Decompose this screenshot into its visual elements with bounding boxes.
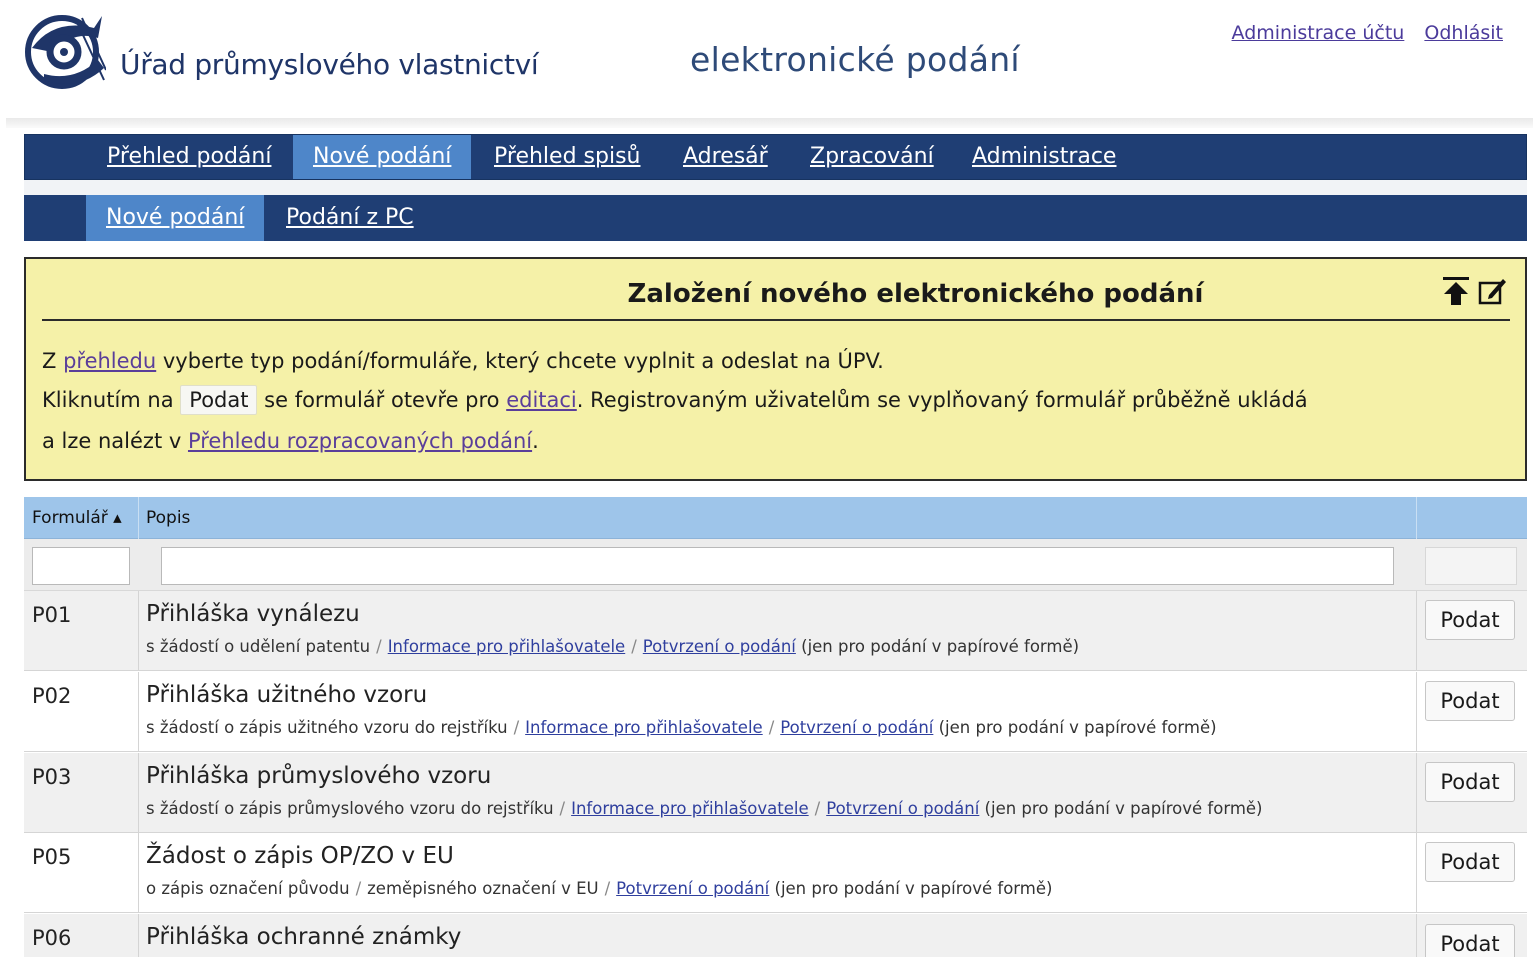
- account-links: Administrace účtu Odhlásit: [1218, 22, 1503, 44]
- applicant-info-link[interactable]: Informace pro přihlašovatele: [525, 718, 763, 737]
- column-separator: [1416, 672, 1417, 751]
- table-row: P05 Žádost o zápis OP/ZO v EU o zápis oz…: [24, 833, 1527, 913]
- subnav-item-nove-podani[interactable]: Nové podání: [86, 195, 265, 241]
- info-line-3: a lze nalézt v Přehledu rozpracovaných p…: [42, 429, 539, 453]
- form-filter-input[interactable]: [32, 547, 130, 585]
- collapse-up-icon[interactable]: [1441, 275, 1471, 307]
- applicant-info-link[interactable]: Informace pro přihlašovatele: [571, 799, 809, 818]
- column-separator: [1416, 753, 1417, 832]
- form-description: s žádostí o zápis průmyslového vzoru do …: [146, 799, 1263, 818]
- panel-icons: [1441, 275, 1507, 307]
- nav-item-prehled-spisu[interactable]: Přehled spisů: [474, 135, 660, 179]
- drafts-link[interactable]: Přehledu rozpracovaných podání: [188, 429, 532, 453]
- nav-item-prehled-podani[interactable]: Přehled podání: [87, 135, 291, 179]
- form-title: Přihláška průmyslového vzoru: [146, 763, 492, 789]
- org-name: Úřad průmyslového vlastnictví: [120, 48, 539, 81]
- column-separator: [138, 914, 139, 957]
- podat-button[interactable]: Podat: [1425, 924, 1515, 957]
- column-separator: [138, 672, 139, 751]
- form-description: s žádostí o zápis užitného vzoru do rejs…: [146, 718, 1217, 737]
- form-description: o zápis označení původu / zeměpisného ozna…: [146, 879, 1053, 898]
- form-title: Přihláška vynálezu: [146, 601, 360, 627]
- podat-sample-label: Podat: [180, 385, 258, 415]
- upv-logo-icon: [25, 15, 106, 89]
- app-title: elektronické podání: [690, 40, 1020, 79]
- editing-link[interactable]: editaci: [506, 388, 577, 412]
- action-filter-placeholder: [1425, 547, 1517, 585]
- header-separator: [138, 497, 139, 539]
- main-navigation: Přehled podání Nové podání Přehled spisů…: [24, 134, 1527, 180]
- column-separator: [1416, 833, 1417, 912]
- header-separator: [1416, 497, 1417, 539]
- info-line-1: Z přehledu vyberte typ podání/formuláře,…: [42, 349, 884, 373]
- nav-item-administrace[interactable]: Administrace: [952, 135, 1136, 179]
- edit-icon[interactable]: [1477, 275, 1507, 307]
- column-separator: [1416, 591, 1417, 670]
- podat-button[interactable]: Podat: [1425, 600, 1515, 640]
- form-code: P02: [32, 684, 72, 708]
- sort-form-header[interactable]: Formulář ▴: [32, 497, 122, 539]
- sub-navigation: Nové podání Podání z PC: [24, 195, 1527, 241]
- panel-divider: [42, 319, 1510, 321]
- logout-link[interactable]: Odhlásit: [1424, 22, 1503, 44]
- column-separator: [138, 753, 139, 832]
- nav-item-adresar[interactable]: Adresář: [663, 135, 788, 179]
- form-title: Žádost o zápis OP/ZO v EU: [146, 843, 454, 869]
- podat-button[interactable]: Podat: [1425, 762, 1515, 802]
- receipt-confirmation-link[interactable]: Potvrzení o podání: [643, 637, 796, 656]
- column-separator: [1416, 914, 1417, 957]
- filter-row: [24, 539, 1527, 591]
- panel-title: Založení nového elektronického podání: [627, 279, 1204, 309]
- receipt-confirmation-link[interactable]: Potvrzení o podání: [616, 879, 769, 898]
- table-row: P06 Přihláška ochranné známky Podat: [24, 914, 1527, 957]
- applicant-info-link[interactable]: Informace pro přihlašovatele: [388, 637, 626, 656]
- form-description: s žádostí o udělení patentu / Informace pr…: [146, 637, 1080, 656]
- receipt-confirmation-link[interactable]: Potvrzení o podání: [780, 718, 933, 737]
- account-admin-link[interactable]: Administrace účtu: [1232, 22, 1405, 44]
- info-line-2: Kliknutím na Podat se formulář otevře pr…: [42, 385, 1308, 415]
- form-code: P06: [32, 926, 72, 950]
- info-panel: Založení nového elektronického podání Z …: [24, 257, 1527, 481]
- column-separator: [138, 591, 139, 670]
- overview-link[interactable]: přehledu: [63, 349, 156, 373]
- form-code: P03: [32, 765, 72, 789]
- desc-header: Popis: [146, 508, 191, 528]
- nav-spacer: [24, 180, 1527, 195]
- form-title: Přihláška ochranné známky: [146, 924, 462, 950]
- column-separator: [138, 833, 139, 912]
- receipt-confirmation-link[interactable]: Potvrzení o podání: [826, 799, 979, 818]
- desc-filter-input[interactable]: [161, 547, 1394, 585]
- forms-table: Formulář ▴ Popis P01 Přihláška vynálezu …: [24, 497, 1527, 957]
- form-code: P01: [32, 603, 72, 627]
- header: Úřad průmyslového vlastnictví elektronic…: [0, 0, 1533, 118]
- subnav-item-podani-z-pc[interactable]: Podání z PC: [266, 195, 434, 241]
- nav-item-nove-podani[interactable]: Nové podání: [293, 135, 472, 179]
- table-header: Formulář ▴ Popis: [24, 497, 1527, 539]
- header-divider: [6, 118, 1533, 128]
- table-row: P01 Přihláška vynálezu s žádostí o uděle…: [24, 591, 1527, 671]
- podat-button[interactable]: Podat: [1425, 681, 1515, 721]
- table-row: P02 Přihláška užitného vzoru s žádostí o…: [24, 672, 1527, 752]
- form-code: P05: [32, 845, 72, 869]
- podat-button[interactable]: Podat: [1425, 842, 1515, 882]
- table-row: P03 Přihláška průmyslového vzoru s žádos…: [24, 753, 1527, 833]
- form-title: Přihláška užitného vzoru: [146, 682, 428, 708]
- nav-item-zpracovani[interactable]: Zpracování: [790, 135, 954, 179]
